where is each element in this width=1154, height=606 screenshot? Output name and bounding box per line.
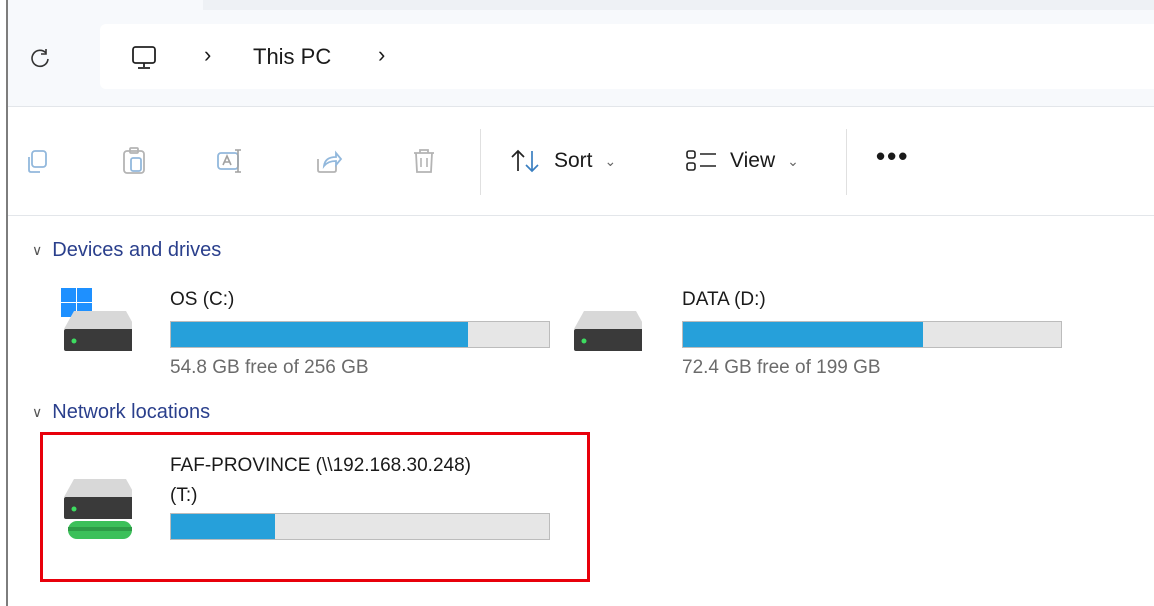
network-drive-icon — [64, 479, 132, 539]
chevron-down-icon: ∨ — [32, 404, 43, 420]
drive-c-usage-fill — [171, 322, 469, 347]
toolbar-separator — [480, 129, 481, 195]
drive-icon — [574, 311, 642, 351]
network-drive-t[interactable]: FAF-PROVINCE (\\192.168.30.248) (T:) — [60, 451, 580, 551]
drive-d-usage-bar — [682, 321, 1062, 348]
toolbar-separator — [846, 129, 847, 195]
delete-icon[interactable] — [408, 145, 440, 177]
this-pc-icon — [132, 46, 156, 69]
view-button[interactable]: View ⌄ — [684, 143, 799, 179]
network-locations-header[interactable]: ∨ Network locations — [32, 401, 210, 424]
rename-icon[interactable] — [214, 145, 246, 177]
address-row: › This PC › — [8, 0, 1154, 107]
breadcrumb-this-pc[interactable]: This PC — [253, 44, 331, 70]
sort-icon — [511, 149, 539, 173]
network-drive-t-letter: (T:) — [170, 485, 198, 506]
drive-c-usage-bar — [170, 321, 550, 348]
devices-and-drives-header[interactable]: ∨ Devices and drives — [32, 239, 221, 262]
windows-drive-icon — [61, 288, 132, 351]
refresh-button[interactable] — [26, 44, 54, 72]
network-drive-t-usage-bar — [170, 513, 550, 540]
network-drive-t-usage-fill — [171, 514, 275, 539]
network-locations-label: Network locations — [52, 401, 211, 423]
sort-button[interactable]: Sort ⌄ — [508, 143, 616, 179]
view-icon — [686, 150, 716, 171]
chevron-down-icon: ∨ — [32, 242, 43, 258]
paste-icon[interactable] — [118, 145, 150, 177]
more-options-button[interactable]: ••• — [876, 141, 909, 172]
breadcrumb-chevron-icon[interactable]: › — [204, 42, 211, 68]
copy-icon[interactable] — [22, 145, 54, 177]
drive-c-free-space: 54.8 GB free of 256 GB — [170, 357, 369, 378]
content-pane: ∨ Devices and drives OS (C:) 54.8 GB fre… — [8, 217, 1154, 606]
drive-d[interactable]: DATA (D:) 72.4 GB free of 199 GB — [570, 287, 1070, 382]
drive-d-usage-fill — [683, 322, 924, 347]
drive-d-name: DATA (D:) — [682, 289, 766, 310]
command-bar: Sort ⌄ View ⌄ ••• — [8, 107, 1154, 216]
drive-c[interactable]: OS (C:) 54.8 GB free of 256 GB — [60, 287, 560, 382]
refresh-icon — [31, 49, 49, 68]
network-drive-t-name: FAF-PROVINCE (\\192.168.30.248) — [170, 455, 471, 476]
chevron-down-icon: ⌄ — [604, 152, 617, 169]
share-icon[interactable] — [312, 145, 344, 177]
breadcrumb-chevron-icon[interactable]: › — [378, 42, 385, 68]
tab-strip-edge — [203, 0, 1154, 10]
view-label: View — [730, 149, 776, 172]
drive-c-name: OS (C:) — [170, 289, 235, 310]
drive-d-free-space: 72.4 GB free of 199 GB — [682, 357, 881, 378]
devices-and-drives-label: Devices and drives — [52, 239, 222, 261]
address-bar[interactable]: › This PC › — [100, 24, 1154, 89]
chevron-down-icon: ⌄ — [787, 152, 799, 169]
sort-label: Sort — [554, 149, 593, 172]
file-explorer-window: › This PC › Sort ⌄ View ⌄ ••• ∨ Devices … — [0, 0, 1154, 606]
